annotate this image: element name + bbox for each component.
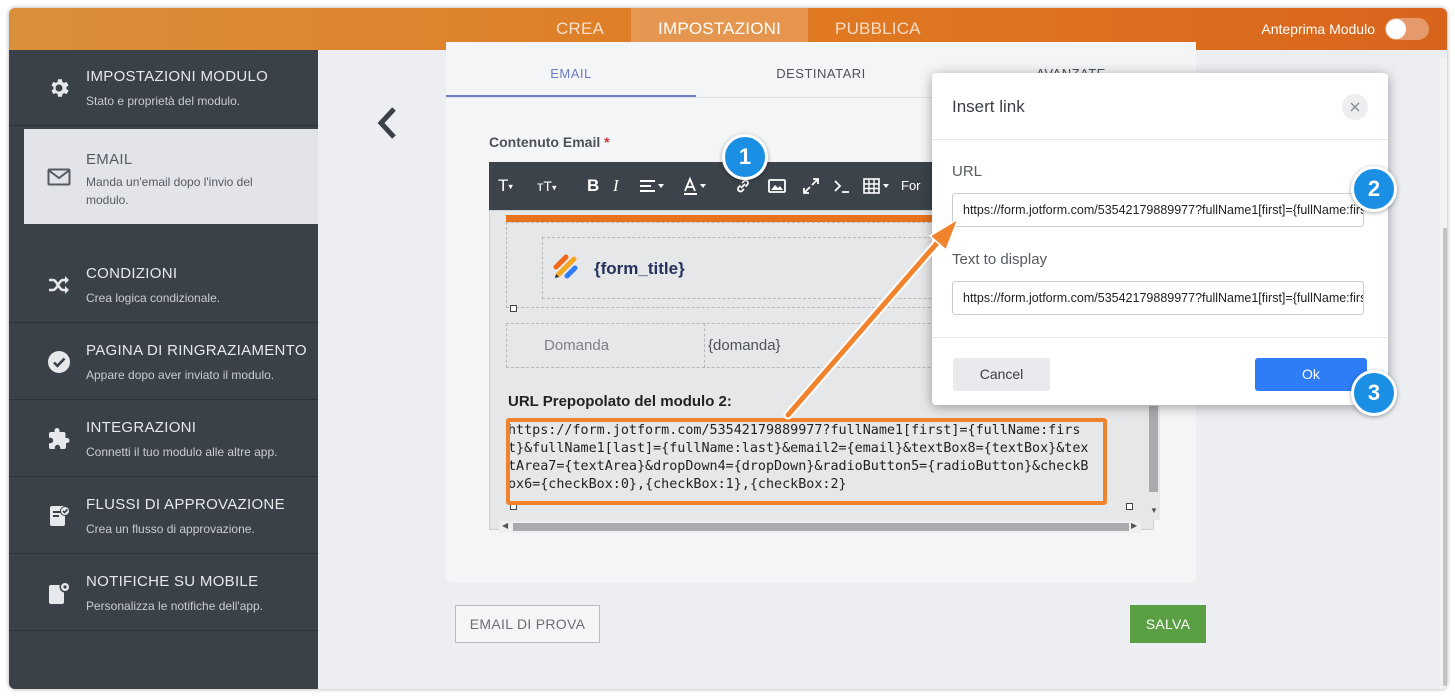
- align-icon[interactable]: [639, 176, 669, 196]
- test-email-button[interactable]: EMAIL DI PROVA: [455, 605, 600, 643]
- form-title-placeholder: {form_title}: [594, 259, 685, 278]
- url-label: URL: [952, 163, 983, 180]
- approval-icon: [46, 503, 72, 529]
- text-color-icon[interactable]: [682, 176, 712, 196]
- mobile-notification-icon: [46, 580, 72, 606]
- sidebar-item-flussi-approvazione[interactable]: FLUSSI DI APPROVAZIONE Crea un flusso di…: [9, 478, 318, 554]
- code-view-icon[interactable]: [832, 176, 852, 196]
- cancel-button[interactable]: Cancel: [953, 358, 1050, 391]
- close-button[interactable]: [1342, 94, 1368, 120]
- sidebar-item-title: EMAIL: [86, 151, 133, 168]
- sidebar-item-impostazioni-modulo[interactable]: IMPOSTAZIONI MODULO Stato e proprietà de…: [9, 50, 318, 126]
- sidebar-item-desc: Stato e proprietà del modulo.: [86, 94, 241, 108]
- sidebar-item-desc: Appare dopo aver inviato il modulo.: [86, 368, 275, 382]
- table-icon[interactable]: [862, 176, 894, 196]
- jotform-logo-icon: [552, 245, 582, 286]
- scrollbar-thumb[interactable]: [1443, 228, 1447, 686]
- font-size-icon[interactable]: ᴛT▾: [537, 176, 557, 196]
- bold-icon[interactable]: B: [587, 176, 599, 196]
- shuffle-icon: [46, 272, 72, 298]
- editor-vertical-scrollbar[interactable]: ▼: [1147, 400, 1160, 520]
- email-content-label-text: Contenuto Email: [489, 134, 601, 150]
- preview-control: Anteprima Modulo: [1261, 8, 1429, 50]
- scroll-down-arrow-icon[interactable]: ▼: [1150, 506, 1158, 515]
- fullscreen-icon[interactable]: [801, 176, 821, 196]
- tab-email[interactable]: EMAIL: [446, 52, 696, 97]
- resize-handle[interactable]: [510, 305, 517, 312]
- save-button[interactable]: SALVA: [1130, 605, 1206, 643]
- sidebar-item-desc: Connetti il tuo modulo alle altre app.: [86, 445, 278, 459]
- callout-1: 1: [722, 134, 768, 180]
- dialog-title: Insert link: [952, 97, 1025, 116]
- sidebar: IMPOSTAZIONI MODULO Stato e proprietà de…: [9, 50, 318, 689]
- tab-destinatari[interactable]: DESTINATARI: [696, 52, 946, 97]
- check-circle-icon: [46, 349, 72, 375]
- ok-button[interactable]: Ok: [1255, 358, 1367, 391]
- sidebar-item-title: NOTIFICHE SU MOBILE: [86, 573, 259, 590]
- dialog-divider: [932, 337, 1388, 338]
- url-highlight-box: [506, 418, 1107, 505]
- dialog-divider: [932, 139, 1388, 140]
- required-mark: *: [604, 134, 610, 150]
- back-chevron-icon[interactable]: [372, 105, 402, 141]
- sidebar-item-desc: Crea logica condizionale.: [86, 291, 221, 305]
- sidebar-item-desc: Crea un flusso di approvazione.: [86, 522, 255, 536]
- gear-icon: [46, 75, 72, 101]
- sidebar-item-condizioni[interactable]: CONDIZIONI Crea logica condizionale.: [9, 247, 318, 323]
- text-to-display-input[interactable]: https://form.jotform.com/53542179889977?…: [952, 281, 1364, 315]
- sidebar-item-title: CONDIZIONI: [86, 265, 178, 282]
- scroll-left-arrow-icon[interactable]: ◀: [502, 521, 508, 530]
- question-divider: [704, 323, 705, 368]
- email-content-label: Contenuto Email *: [489, 134, 610, 150]
- sidebar-item-desc: Personalizza le notifiche dell'app.: [86, 599, 264, 613]
- sidebar-item-title: FLUSSI DI APPROVAZIONE: [86, 496, 285, 513]
- puzzle-icon: [46, 426, 72, 452]
- question-value: {domanda}: [708, 337, 781, 354]
- sidebar-item-title: PAGINA DI RINGRAZIAMENTO: [86, 342, 307, 359]
- question-label: Domanda: [544, 337, 610, 354]
- sidebar-item-title: IMPOSTAZIONI MODULO: [86, 68, 269, 85]
- editor-horizontal-scrollbar[interactable]: ◀ ▶: [499, 521, 1141, 533]
- sidebar-item-email[interactable]: EMAIL Manda un'email dopo l'invio del mo…: [24, 129, 318, 224]
- scrollbar-thumb[interactable]: [1149, 406, 1158, 492]
- page-scrollbar[interactable]: [1440, 58, 1447, 689]
- sidebar-item-title: INTEGRAZIONI: [86, 419, 197, 436]
- insert-image-icon[interactable]: [767, 176, 787, 196]
- text-to-display-label: Text to display: [952, 251, 1048, 268]
- sidebar-item-desc: Manda un'email dopo l'invio del modulo.: [86, 175, 253, 207]
- callout-3: 3: [1351, 370, 1397, 416]
- sidebar-item-notifiche-mobile[interactable]: NOTIFICHE SU MOBILE Personalizza le noti…: [9, 555, 318, 631]
- url-input[interactable]: https://form.jotform.com/53542179889977?…: [952, 193, 1364, 227]
- prefilled-url-heading: URL Prepopolato del modulo 2:: [508, 393, 732, 410]
- font-style-icon[interactable]: T▾: [498, 176, 513, 196]
- insert-link-dialog: Insert link URL https://form.jotform.com…: [932, 73, 1388, 405]
- italic-icon[interactable]: I: [613, 176, 619, 196]
- sidebar-item-integrazioni[interactable]: INTEGRAZIONI Connetti il tuo modulo alle…: [9, 401, 318, 477]
- callout-2: 2: [1351, 166, 1397, 212]
- scroll-right-arrow-icon[interactable]: ▶: [1131, 521, 1137, 530]
- format-dropdown[interactable]: For: [901, 176, 921, 196]
- preview-label: Anteprima Modulo: [1261, 21, 1375, 37]
- scrollbar-thumb[interactable]: [513, 523, 1129, 531]
- sidebar-item-pagina-ringraziamento[interactable]: PAGINA DI RINGRAZIAMENTO Appare dopo ave…: [9, 324, 318, 400]
- close-icon: [1350, 102, 1360, 112]
- toggle-knob: [1386, 19, 1406, 39]
- resize-handle[interactable]: [1126, 503, 1133, 510]
- envelope-icon: [46, 164, 72, 190]
- preview-toggle[interactable]: [1385, 18, 1429, 40]
